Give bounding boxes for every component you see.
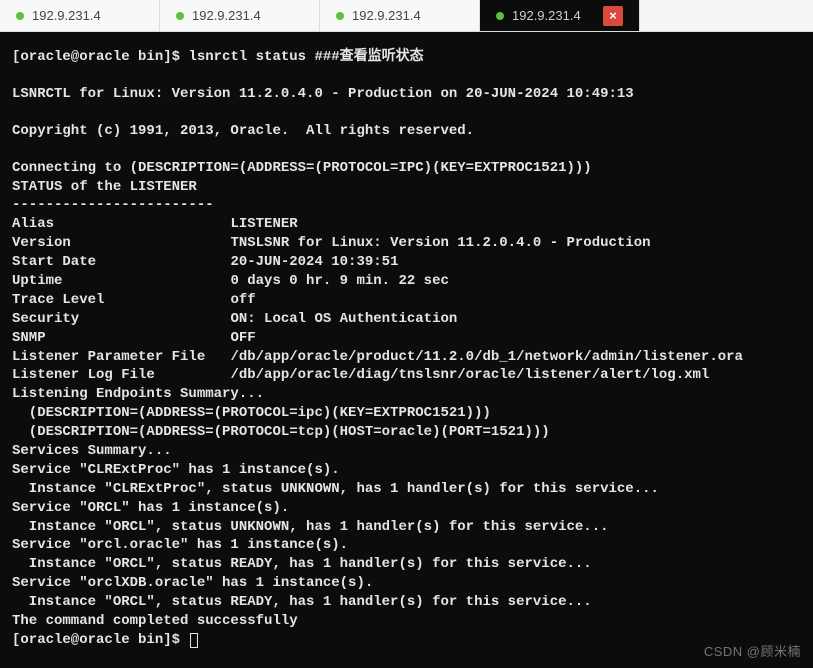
output-line: Service "orcl.oracle" has 1 instance(s). — [12, 537, 348, 553]
status-dot-icon — [336, 12, 344, 20]
watermark-text: CSDN @顾米楠 — [704, 641, 801, 660]
blank-line — [12, 67, 801, 85]
output-line: Service "CLRExtProc" has 1 instance(s). — [12, 462, 340, 478]
kv-val: LISTENER — [230, 216, 297, 232]
kv-row: Security ON: Local OS Authentication — [12, 311, 457, 327]
tab-2[interactable]: 192.9.231.4 — [160, 0, 320, 31]
kv-key: Alias — [12, 216, 230, 232]
blank-line — [12, 104, 801, 122]
kv-key: Version — [12, 235, 230, 251]
tab-3[interactable]: 192.9.231.4 — [320, 0, 480, 31]
kv-row: Uptime 0 days 0 hr. 9 min. 22 sec — [12, 273, 449, 289]
tab-bar: 192.9.231.4 192.9.231.4 192.9.231.4 192.… — [0, 0, 813, 32]
output-line: Service "orclXDB.oracle" has 1 instance(… — [12, 575, 373, 591]
kv-row: Alias LISTENER — [12, 216, 298, 232]
close-icon: × — [609, 8, 617, 23]
close-tab-button[interactable]: × — [603, 6, 623, 26]
command-text: lsnrctl status ###查看监听状态 — [188, 49, 423, 65]
kv-val: ON: Local OS Authentication — [230, 311, 457, 327]
kv-key: Listener Log File — [12, 367, 230, 383]
kv-row: Trace Level off — [12, 292, 256, 308]
output-line: The command completed successfully — [12, 613, 298, 629]
status-dot-icon — [496, 12, 504, 20]
status-dot-icon — [16, 12, 24, 20]
kv-row: Version TNSLSNR for Linux: Version 11.2.… — [12, 235, 651, 251]
output-line: Listening Endpoints Summary... — [12, 386, 264, 402]
kv-key: Security — [12, 311, 230, 327]
tab-label: 192.9.231.4 — [192, 8, 261, 23]
kv-key: Uptime — [12, 273, 230, 289]
output-line: Instance "ORCL", status READY, has 1 han… — [12, 556, 592, 572]
tab-label: 192.9.231.4 — [352, 8, 421, 23]
shell-prompt: [oracle@oracle bin]$ — [12, 49, 188, 65]
output-line: Instance "CLRExtProc", status UNKNOWN, h… — [12, 481, 659, 497]
kv-row: SNMP OFF — [12, 330, 256, 346]
kv-key: SNMP — [12, 330, 230, 346]
output-line: STATUS of the LISTENER — [12, 179, 197, 195]
status-dot-icon — [176, 12, 184, 20]
cursor-icon — [190, 633, 198, 648]
kv-key: Start Date — [12, 254, 230, 270]
output-line: LSNRCTL for Linux: Version 11.2.0.4.0 - … — [12, 86, 634, 102]
tab-label: 192.9.231.4 — [32, 8, 101, 23]
kv-key: Listener Parameter File — [12, 349, 230, 365]
tab-label: 192.9.231.4 — [512, 8, 581, 23]
kv-row: Listener Parameter File /db/app/oracle/p… — [12, 349, 743, 365]
kv-val: TNSLSNR for Linux: Version 11.2.0.4.0 - … — [230, 235, 650, 251]
output-line: (DESCRIPTION=(ADDRESS=(PROTOCOL=ipc)(KEY… — [12, 405, 491, 421]
output-line: Instance "ORCL", status READY, has 1 han… — [12, 594, 592, 610]
tab-1[interactable]: 192.9.231.4 — [0, 0, 160, 31]
output-line: Instance "ORCL", status UNKNOWN, has 1 h… — [12, 519, 609, 535]
kv-val: 0 days 0 hr. 9 min. 22 sec — [230, 273, 448, 289]
output-line: ------------------------ — [12, 197, 214, 213]
output-line: (DESCRIPTION=(ADDRESS=(PROTOCOL=tcp)(HOS… — [12, 424, 550, 440]
output-line: Services Summary... — [12, 443, 172, 459]
kv-key: Trace Level — [12, 292, 230, 308]
output-line: Service "ORCL" has 1 instance(s). — [12, 500, 289, 516]
kv-val: OFF — [230, 330, 255, 346]
kv-val: /db/app/oracle/product/11.2.0/db_1/netwo… — [230, 349, 742, 365]
output-line: Connecting to (DESCRIPTION=(ADDRESS=(PRO… — [12, 160, 592, 176]
kv-val: 20-JUN-2024 10:39:51 — [230, 254, 398, 270]
kv-row: Listener Log File /db/app/oracle/diag/tn… — [12, 367, 709, 383]
kv-val: /db/app/oracle/diag/tnslsnr/oracle/liste… — [230, 367, 709, 383]
kv-val: off — [230, 292, 255, 308]
kv-row: Start Date 20-JUN-2024 10:39:51 — [12, 254, 398, 270]
tab-4-active[interactable]: 192.9.231.4 × — [480, 0, 640, 31]
shell-prompt: [oracle@oracle bin]$ — [12, 632, 188, 648]
output-line: Copyright (c) 1991, 2013, Oracle. All ri… — [12, 123, 474, 139]
terminal-output[interactable]: [oracle@oracle bin]$ lsnrctl status ###查… — [0, 32, 813, 662]
blank-line — [12, 141, 801, 159]
